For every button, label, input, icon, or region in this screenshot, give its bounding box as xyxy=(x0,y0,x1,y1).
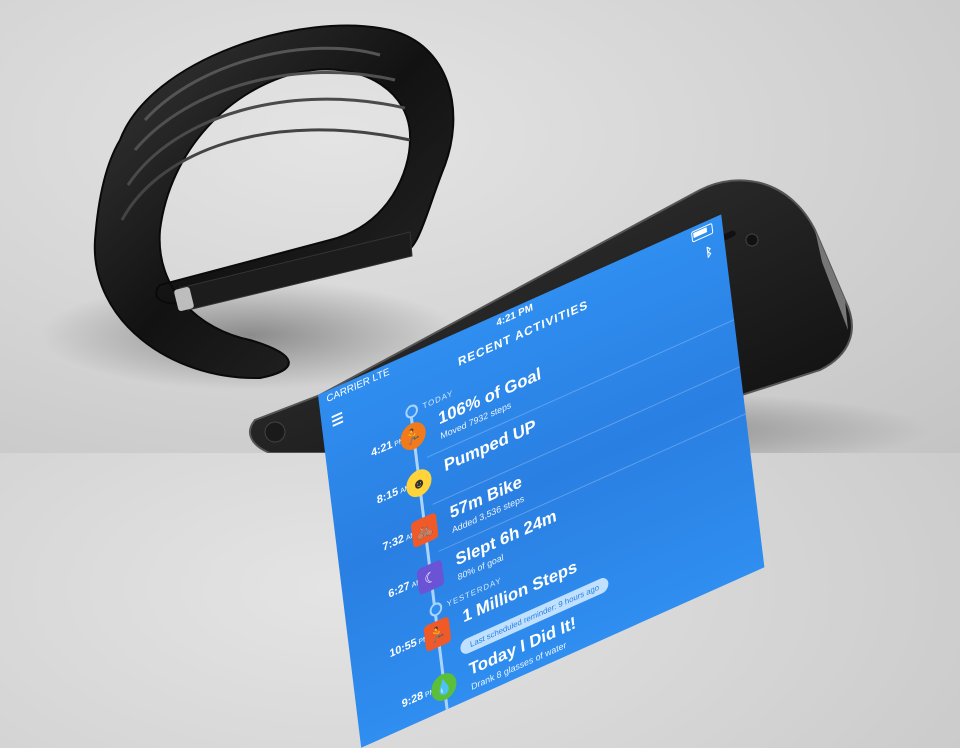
moon-icon: ☾ xyxy=(416,558,445,596)
running-icon: 🏃 xyxy=(399,417,428,455)
activity-time: 4:21PM xyxy=(370,437,405,460)
runner-badge-icon: 🏃 xyxy=(423,615,452,653)
bike-icon: 🚲 xyxy=(410,511,439,549)
bluetooth-icon[interactable]: ᛒ xyxy=(705,243,715,260)
drop-icon: 💧 xyxy=(429,668,458,706)
activity-time: 10:55PM xyxy=(388,635,430,661)
smiley-icon: ☻ xyxy=(404,464,433,502)
menu-icon[interactable]: ☰ xyxy=(330,408,345,430)
battery-icon xyxy=(690,222,714,243)
activity-time: 9:28PM xyxy=(401,687,436,711)
